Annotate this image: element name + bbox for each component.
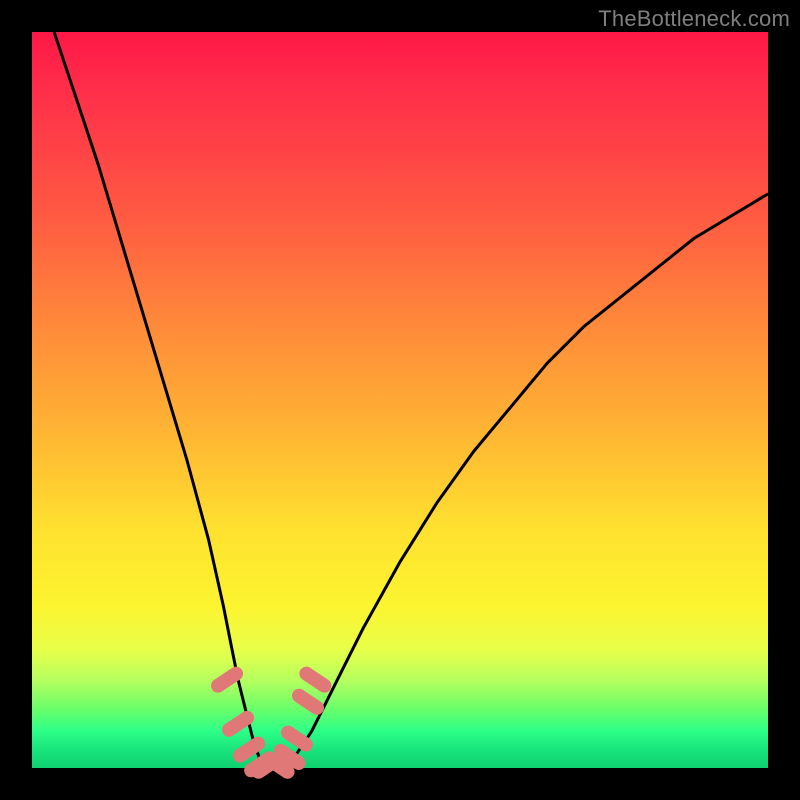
marker-group — [218, 674, 324, 772]
chart-frame: TheBottleneck.com — [0, 0, 800, 800]
curve-group — [54, 32, 768, 768]
trough-marker — [299, 696, 317, 708]
trough-marker — [288, 733, 306, 745]
bottleneck-curve-path — [54, 32, 768, 768]
trough-marker — [229, 718, 247, 730]
trough-marker — [240, 744, 258, 756]
watermark-text: TheBottleneck.com — [598, 6, 790, 32]
trough-marker — [281, 751, 299, 763]
trough-marker — [306, 674, 324, 686]
chart-svg — [32, 32, 768, 768]
trough-marker — [218, 674, 236, 686]
